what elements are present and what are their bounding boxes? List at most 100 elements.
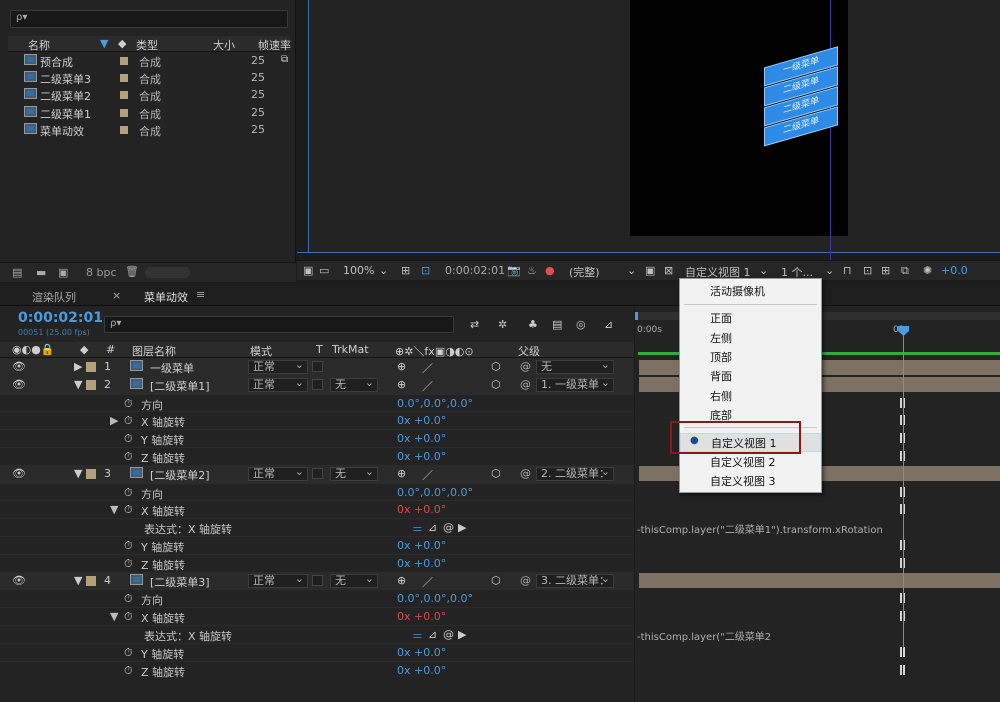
project-item[interactable]: 二级菜单1 合成 25 (8, 104, 290, 121)
col-type[interactable]: 类型 (136, 37, 158, 53)
playhead[interactable] (903, 328, 904, 648)
layer-label-swatch[interactable] (86, 362, 96, 372)
zoom-select[interactable]: 100% (343, 264, 374, 277)
eye-icon[interactable]: 👁 (12, 378, 26, 391)
label-color-swatch[interactable] (120, 74, 128, 83)
new-comp-icon[interactable]: ▣ (58, 266, 68, 279)
property-row[interactable]: ▼ ⏱ X 轴旋转 0x +0.0° (0, 607, 634, 625)
stopwatch-icon[interactable]: ⏱ (124, 414, 133, 428)
exposure-value[interactable]: +0.0 (941, 264, 968, 277)
toggle-pixel-aspect-icon[interactable]: ⊓ (843, 264, 852, 277)
layer-row[interactable]: 👁 ▶ 1 一级菜单 正常 ⊕ ／ ⬡ @ 无 (0, 358, 634, 376)
roi-icon[interactable]: ▣ (645, 264, 655, 277)
label-color-swatch[interactable] (120, 108, 128, 117)
grid-icon[interactable]: ⊞ (401, 264, 410, 277)
property-value[interactable]: 0x +0.0° (397, 503, 446, 516)
motion-blur-icon[interactable]: ◎ (576, 318, 586, 331)
property-row[interactable]: ⏱ 方向 0.0°,0.0°,0.0° (0, 393, 634, 412)
expression-enable-icon[interactable]: ＝ (412, 628, 423, 644)
quality-switch-icon[interactable]: ／ (422, 574, 433, 590)
composition-canvas[interactable]: 一级菜单 二级菜单 二级菜单 二级菜单 (630, 0, 848, 260)
view-menu-item[interactable]: 正面 (680, 309, 821, 328)
3d-layer-icon[interactable]: ⬡ (491, 467, 501, 480)
expression-pickwhip-icon[interactable]: @ (443, 521, 454, 534)
fast-preview-icon[interactable]: ⊡ (863, 264, 872, 277)
layer-name[interactable]: 一级菜单 (150, 360, 194, 376)
trkmat-select[interactable]: 无 (330, 573, 378, 588)
3d-layer-icon[interactable]: ⬡ (491, 378, 501, 391)
chevron-down-icon[interactable]: ⌄ (759, 264, 768, 277)
property-value[interactable]: 0x +0.0° (397, 414, 446, 427)
stopwatch-icon[interactable]: ⏱ (124, 397, 133, 411)
stopwatch-icon[interactable]: ⏱ (124, 486, 133, 500)
graph-editor-icon[interactable]: ⊿ (604, 318, 613, 331)
layer-row[interactable]: 👁 ▼ 3 [二级菜单2] 正常 无 ⊕ ／ ⬡ @2. 二级菜单： (0, 464, 634, 483)
sort-arrow-icon[interactable]: ▼ (100, 37, 108, 50)
label-color-swatch[interactable] (120, 125, 128, 134)
stopwatch-icon[interactable]: ⏱ (124, 432, 133, 446)
property-row[interactable]: ⏱ Z 轴旋转 0x +0.0° (0, 447, 634, 465)
expression-graph-icon[interactable]: ⊿ (428, 521, 437, 534)
col-parent[interactable]: 父级 (518, 343, 540, 359)
frame-blend-icon[interactable]: ▤ (552, 318, 562, 331)
property-row[interactable]: ⏱ 方向 0.0°,0.0°,0.0° (0, 589, 634, 607)
tab-render-queue[interactable]: 渲染队列 (32, 289, 76, 305)
view-menu-item[interactable]: 活动摄像机 (680, 282, 821, 301)
channel-icon[interactable]: ● (545, 264, 555, 277)
parent-select[interactable]: 2. 二级菜单： (536, 466, 614, 481)
property-row[interactable]: ⏱ Z 轴旋转 0x +0.0° (0, 660, 634, 679)
project-item[interactable]: 二级菜单2 合成 25 (8, 86, 290, 103)
property-value[interactable]: 0x +0.0° (397, 610, 446, 623)
flowchart-icon[interactable]: ⧉ (901, 264, 909, 278)
expression-language-icon[interactable]: ▶ (458, 628, 466, 641)
reset-exposure-icon[interactable]: ✺ (923, 264, 932, 277)
stopwatch-icon[interactable]: ⏱ (124, 450, 133, 464)
property-value[interactable]: 0.0°,0.0°,0.0° (397, 486, 473, 499)
new-folder-icon[interactable]: ▬ (36, 266, 46, 279)
keyframe-marker[interactable] (900, 646, 905, 657)
property-value[interactable]: 0x +0.0° (397, 664, 446, 677)
property-row[interactable]: ⏱ Y 轴旋转 0x +0.0° (0, 642, 634, 661)
layer-name[interactable]: [二级菜单2] (150, 467, 210, 483)
monitor-icon[interactable]: ▭ (319, 264, 329, 277)
stopwatch-icon[interactable]: ⏱ (124, 539, 133, 553)
col-mode[interactable]: 模式 (250, 343, 272, 359)
expression-enable-icon[interactable]: ＝ (412, 521, 423, 537)
project-item[interactable]: 预合成 合成 25 (8, 52, 290, 69)
close-icon[interactable]: × (112, 289, 121, 302)
panel-menu-icon[interactable]: ≡ (196, 288, 205, 301)
stopwatch-icon[interactable]: ⏱ (124, 664, 133, 678)
timeline-icon[interactable]: ⊞ (881, 264, 890, 277)
comp-flow-icon[interactable]: ⇄ (470, 318, 479, 331)
mode-select[interactable]: 正常 (248, 466, 308, 481)
track-matte-checkbox[interactable] (312, 378, 323, 390)
property-value[interactable]: 0x +0.0° (397, 646, 446, 659)
expand-triangle-icon[interactable]: ▼ (74, 574, 82, 587)
col-fps[interactable]: 帧速率 (258, 37, 291, 53)
shy-switch-icon[interactable]: ⊕ (397, 360, 406, 373)
mode-select[interactable]: 正常 (248, 377, 308, 392)
layer-label-swatch[interactable] (86, 379, 96, 390)
expression-text[interactable]: -thisComp.layer("二级菜单2 (637, 628, 771, 643)
property-row[interactable]: ⏱ Y 轴旋转 0x +0.0° (0, 429, 634, 447)
keyframe-marker[interactable] (900, 664, 905, 675)
pickwhip-icon[interactable]: @ (520, 467, 531, 480)
stopwatch-icon[interactable]: ⏱ (124, 610, 133, 624)
expression-text[interactable]: -thisComp.layer("二级菜单1").transform.xRota… (637, 521, 883, 536)
layer-name[interactable]: [二级菜单1] (150, 378, 210, 394)
label-color-swatch[interactable] (120, 57, 128, 65)
stopwatch-icon[interactable]: ⏱ (124, 592, 133, 606)
property-value[interactable]: 0x +0.0° (397, 432, 446, 445)
property-row[interactable]: ▼ ⏱ X 轴旋转 0x +0.0° (0, 500, 634, 518)
parent-select[interactable]: 无 (536, 359, 614, 374)
layer-name[interactable]: [二级菜单3] (150, 574, 210, 590)
chevron-down-icon[interactable]: ⌄ (627, 264, 636, 277)
quality-switch-icon[interactable]: ／ (422, 378, 433, 394)
viewer-timecode[interactable]: 0:00:02:01 (445, 264, 505, 277)
expand-triangle-icon[interactable]: ▼ (74, 378, 82, 391)
eye-icon[interactable]: 👁 (12, 467, 26, 480)
draft3d-icon[interactable]: ✲ (498, 318, 507, 331)
quality-switch-icon[interactable]: ／ (422, 467, 433, 483)
layer-label-swatch[interactable] (86, 468, 96, 479)
current-time[interactable]: 0:00:02:01 (18, 310, 103, 326)
